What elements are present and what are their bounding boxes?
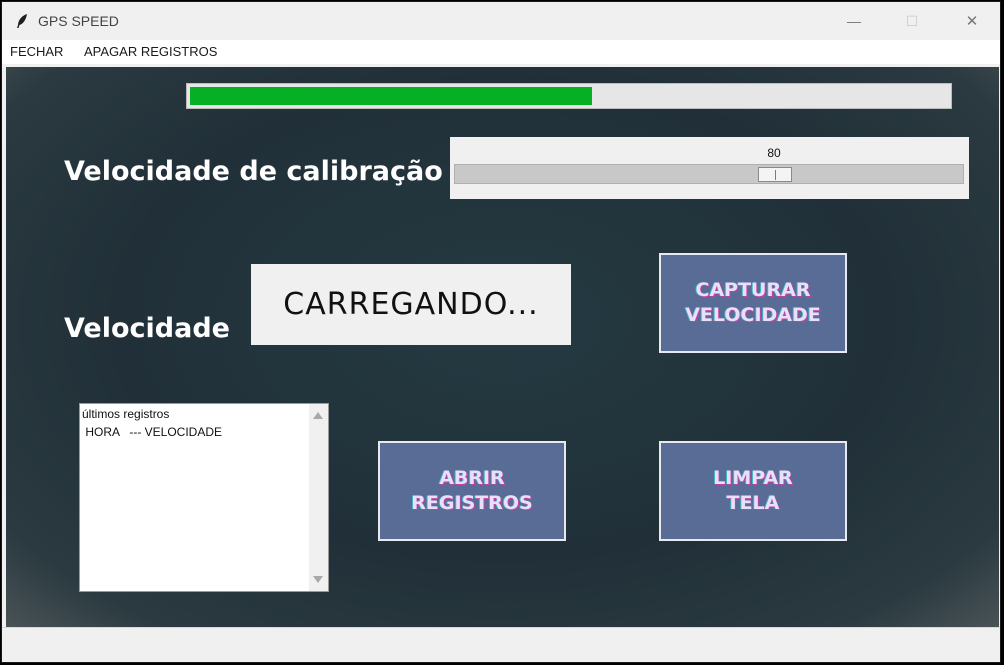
slider-grip: [775, 170, 776, 180]
maximize-button[interactable]: ☐: [887, 2, 937, 40]
clear-screen-button[interactable]: LIMPAR TELA: [659, 441, 847, 541]
calibration-slider[interactable]: 80: [450, 137, 969, 199]
open-records-label: ABRIR REGISTROS: [411, 467, 533, 514]
records-list[interactable]: últimos registros HORA --- VELOCIDADE: [79, 403, 329, 592]
scroll-up-icon[interactable]: [313, 412, 323, 419]
menu-fechar[interactable]: FECHAR: [10, 44, 63, 59]
scroll-down-icon[interactable]: [313, 576, 323, 583]
progress-bar: [186, 83, 952, 109]
capture-speed-button[interactable]: CAPTURAR VELOCIDADE: [659, 253, 847, 353]
clear-screen-label: LIMPAR TELA: [713, 467, 793, 514]
calibration-label: Velocidade de calibração: [64, 156, 443, 187]
status-bar: [2, 627, 1000, 662]
main-area: Velocidade de calibração 80 Velocidade C…: [6, 67, 999, 627]
open-records-button[interactable]: ABRIR REGISTROS: [378, 441, 566, 541]
slider-thumb[interactable]: [758, 167, 792, 182]
menu-bar: FECHAR APAGAR REGISTROS: [2, 40, 1000, 64]
menu-apagar-registros[interactable]: APAGAR REGISTROS: [84, 44, 217, 59]
list-item: HORA --- VELOCIDADE: [82, 425, 223, 439]
capture-speed-label: CAPTURAR VELOCIDADE: [685, 279, 821, 326]
list-scrollbar[interactable]: [309, 404, 328, 591]
speed-display: CARREGANDO...: [251, 264, 571, 345]
title-bar: GPS SPEED — ☐ ✕: [2, 2, 1000, 40]
app-window: GPS SPEED — ☐ ✕ FECHAR APAGAR REGISTROS …: [1, 1, 1001, 663]
list-item: últimos registros: [82, 407, 170, 421]
minimize-button[interactable]: —: [829, 2, 879, 40]
progress-fill: [190, 87, 592, 105]
window-title: GPS SPEED: [38, 13, 119, 29]
calibration-value: 80: [767, 146, 781, 160]
slider-trough[interactable]: [454, 164, 964, 184]
speed-label: Velocidade: [64, 313, 230, 344]
feather-icon: [17, 14, 27, 28]
close-button[interactable]: ✕: [947, 2, 997, 40]
speed-value: CARREGANDO...: [283, 287, 539, 322]
